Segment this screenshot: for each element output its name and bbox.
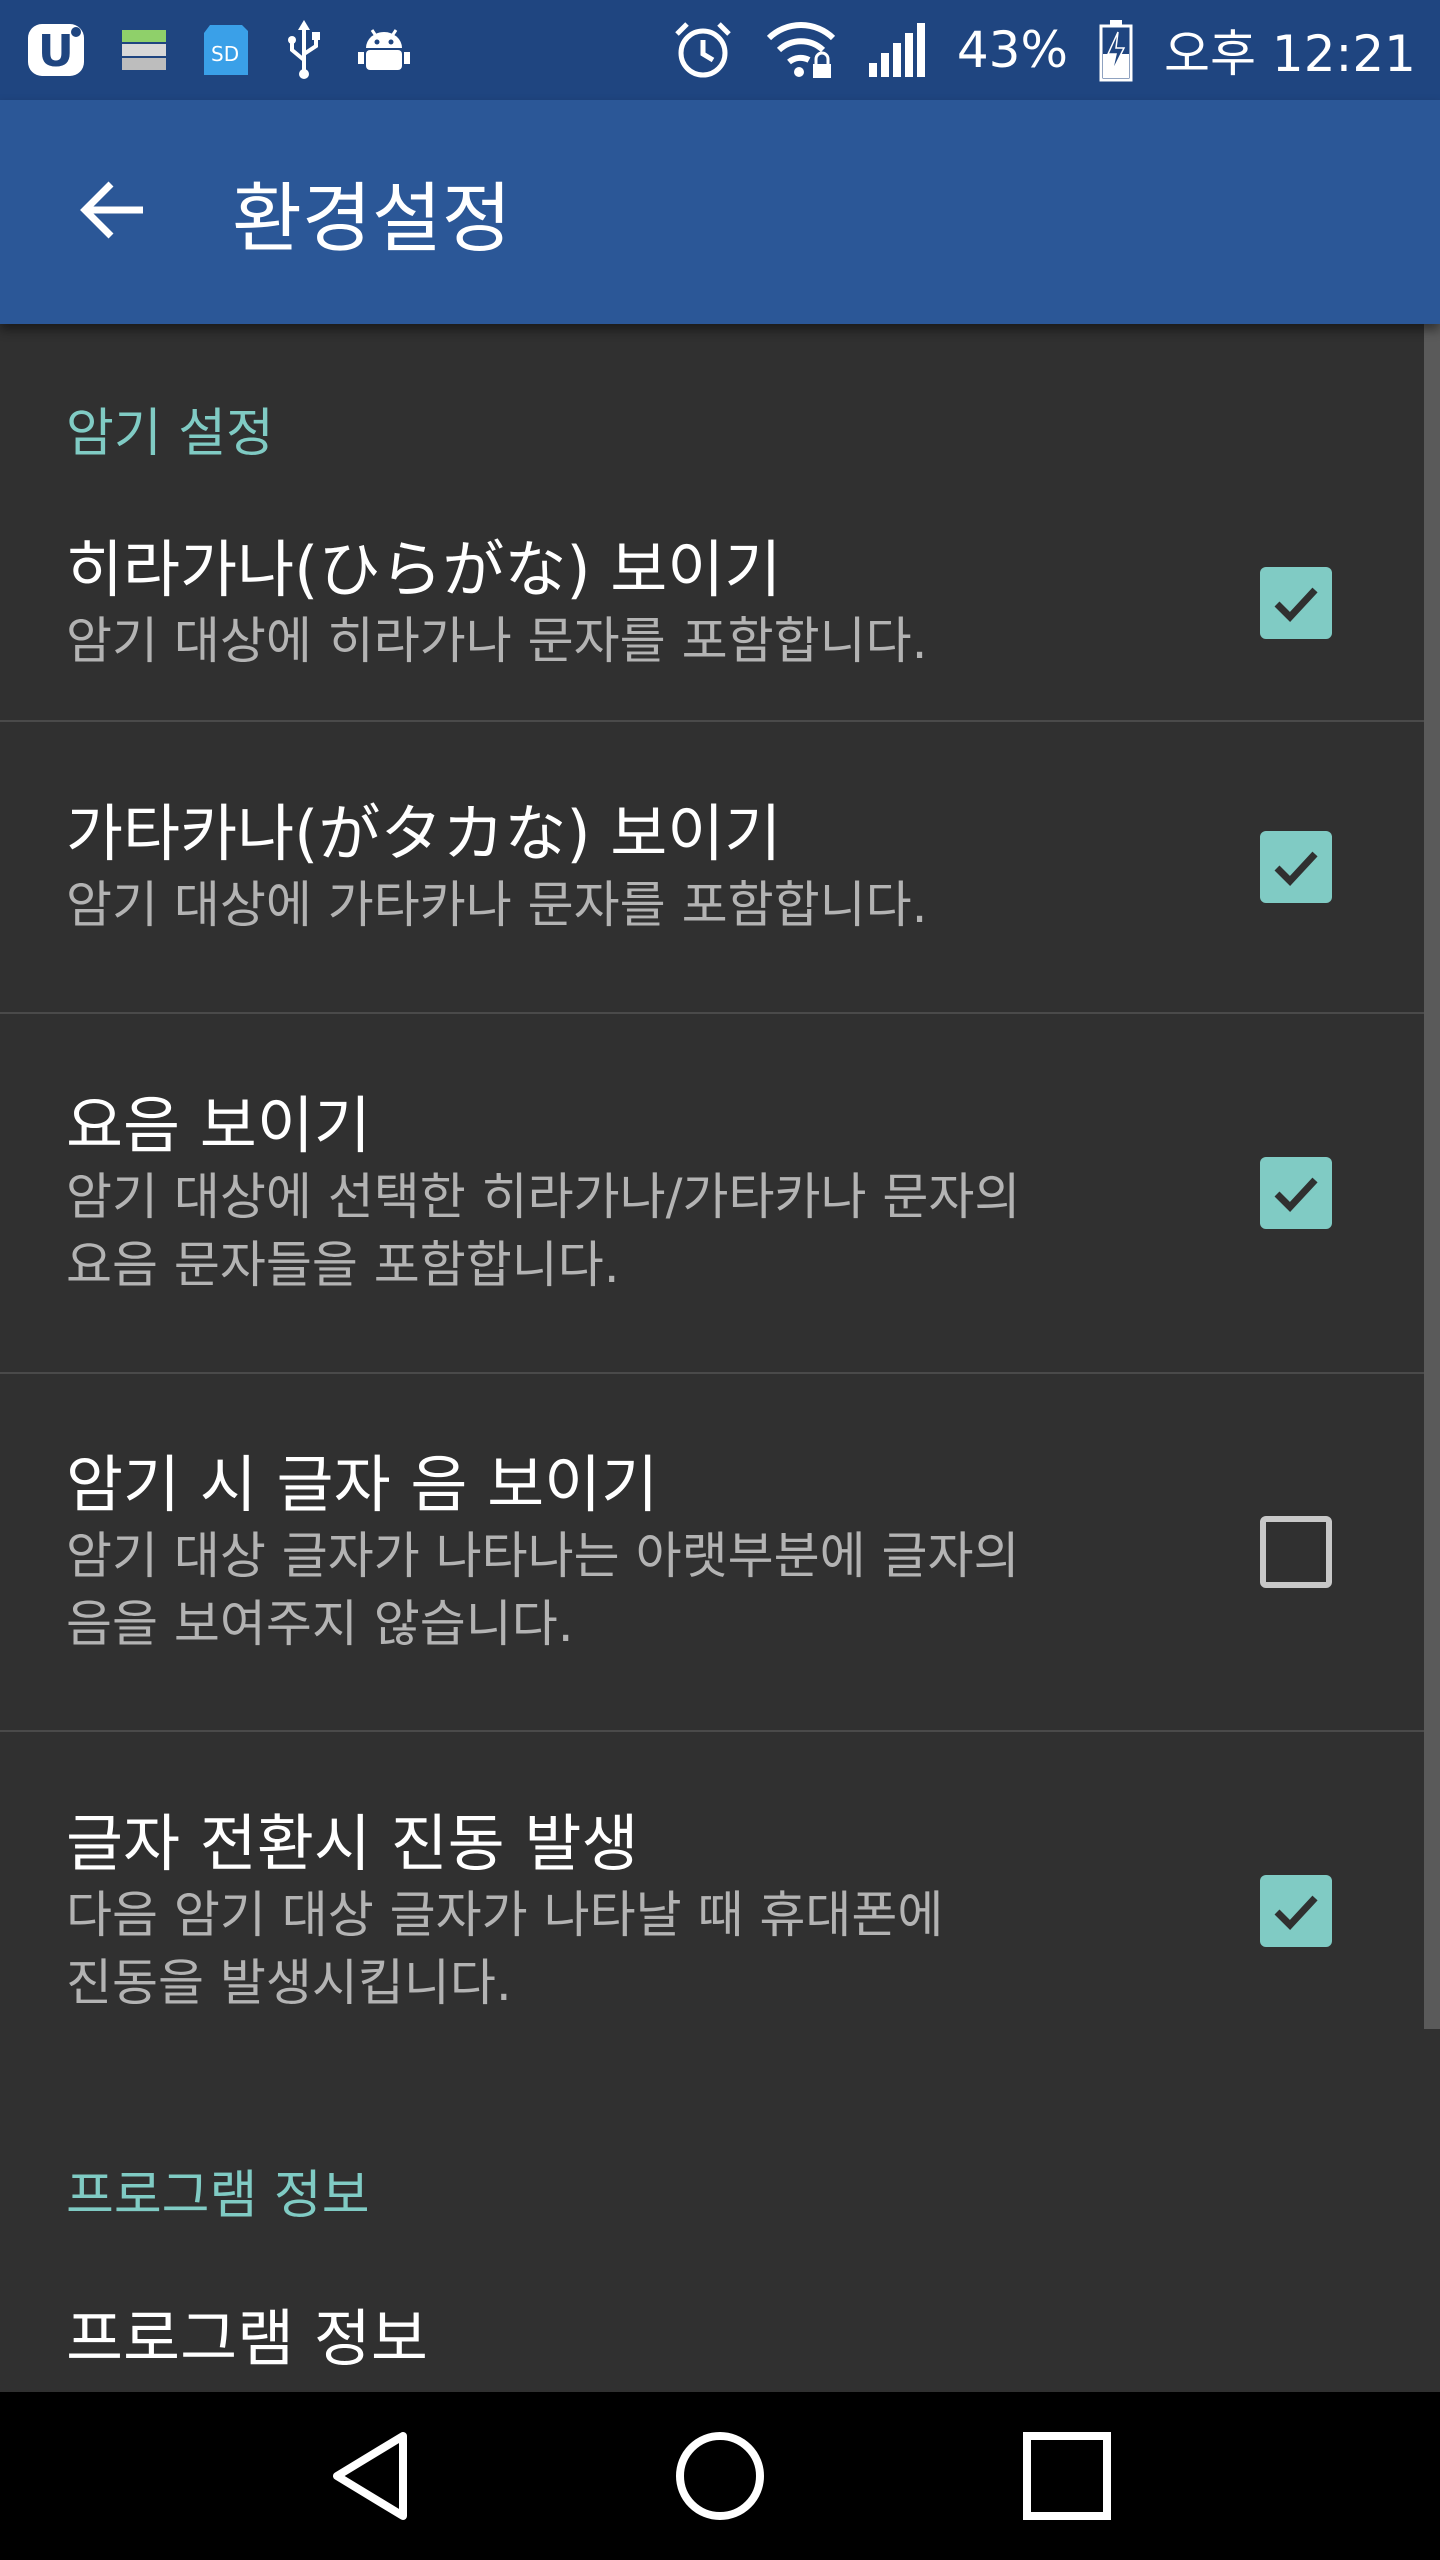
pref-item-vibrate[interactable]: 글자 전환시 진동 발생 다음 암기 대상 글자가 나타날 때 휴대폰에 진동을…: [0, 1732, 1424, 2090]
clock: 오후 12:21: [1164, 25, 1416, 83]
checkbox-vibrate[interactable]: [1260, 1875, 1332, 1947]
pref-title: 히라가나(ひらがな) 보이기: [66, 532, 782, 606]
recents-square-icon: [1022, 2432, 1111, 2520]
checkbox-show-sound[interactable]: [1260, 1516, 1332, 1588]
status-right-icons: 43% 오후 12:21: [671, 14, 1416, 86]
sd-label: SD: [211, 42, 239, 66]
check-icon: [1274, 1177, 1318, 1213]
check-icon: [1274, 1895, 1318, 1931]
battery-percent: 43%: [956, 21, 1068, 79]
pref-item-katakana[interactable]: 가타카나(がタカな) 보이기 암기 대상에 가타카나 문자를 포함합니다.: [0, 722, 1424, 1014]
usb-icon: [282, 20, 326, 80]
android-debug-icon: [356, 22, 412, 78]
back-button[interactable]: [58, 157, 168, 267]
pref-title: 요음 보이기: [66, 1088, 371, 1162]
nav-recents-button[interactable]: [997, 2406, 1137, 2546]
pref-title: 암기 시 글자 음 보이기: [66, 1447, 659, 1521]
checkbox-katakana[interactable]: [1260, 831, 1332, 903]
pref-summary: 다음 암기 대상 글자가 나타날 때 휴대폰에 진동을 발생시킵니다.: [66, 1886, 944, 2012]
pref-item-yoon[interactable]: 요음 보이기 암기 대상에 선택한 히라가나/가타카나 문자의 요음 문자들을 …: [0, 1014, 1424, 1374]
pref-summary: 암기 대상에 히라가나 문자를 포함합니다.: [66, 612, 928, 670]
arrow-back-icon: [77, 174, 149, 250]
signal-icon: [867, 21, 927, 79]
check-icon: [1274, 851, 1318, 887]
app-bar: 환경설정: [0, 100, 1440, 324]
home-circle-icon: [675, 2432, 764, 2520]
pref-item-show-sound[interactable]: 암기 시 글자 음 보이기 암기 대상 글자가 나타나는 아랫부분에 글자의 음…: [0, 1374, 1424, 1732]
page-title: 환경설정: [232, 174, 512, 263]
battery-charging-icon: [1098, 18, 1134, 82]
navigation-bar: [0, 2392, 1440, 2560]
u-plus-icon: U: [24, 18, 88, 82]
back-triangle-icon: [333, 2432, 408, 2520]
pref-item-program-info[interactable]: 프로그램 정보: [0, 2290, 1424, 2392]
pref-title: 글자 전환시 진동 발생: [66, 1806, 639, 1880]
status-bar: U SD 43% 오후 12:21: [0, 0, 1440, 100]
pref-title: 프로그램 정보: [66, 2302, 428, 2375]
check-icon: [1274, 587, 1318, 623]
alarm-icon: [671, 18, 735, 82]
scrollbar[interactable]: [1424, 324, 1440, 2029]
pref-summary: 암기 대상에 선택한 히라가나/가타카나 문자의 요음 문자들을 포함합니다.: [66, 1168, 1021, 1294]
wifi-lock-icon: [765, 20, 837, 80]
pref-summary: 암기 대상에 가타카나 문자를 포함합니다.: [66, 876, 928, 934]
nav-home-button[interactable]: [650, 2406, 790, 2546]
pref-item-hiragana[interactable]: 히라가나(ひらがな) 보이기 암기 대상에 히라가나 문자를 포함합니다.: [0, 486, 1424, 722]
pref-title: 가타카나(がタカな) 보이기: [66, 796, 782, 870]
checkbox-yoon[interactable]: [1260, 1157, 1332, 1229]
nav-back-button[interactable]: [303, 2406, 443, 2546]
checkbox-hiragana[interactable]: [1260, 567, 1332, 639]
status-left-icons: U SD: [24, 18, 412, 82]
sd-card-icon: SD: [200, 21, 252, 79]
section-header-program-info: 프로그램 정보: [66, 2165, 370, 2226]
svg-text:U: U: [38, 26, 74, 77]
storage-icon: [118, 24, 170, 76]
settings-list[interactable]: 암기 설정 히라가나(ひらがな) 보이기 암기 대상에 히라가나 문자를 포함합…: [0, 324, 1424, 2392]
pref-summary: 암기 대상 글자가 나타나는 아랫부분에 글자의 음을 보여주지 않습니다.: [66, 1527, 1020, 1653]
